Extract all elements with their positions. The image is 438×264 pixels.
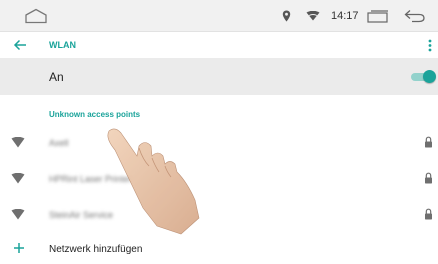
home-icon[interactable] <box>24 8 48 24</box>
wifi-signal-icon <box>11 209 25 220</box>
wifi-signal-icon <box>11 173 25 184</box>
wifi-toggle-label: An <box>49 70 64 84</box>
access-point-name: Axell <box>49 138 69 148</box>
lock-icon <box>425 172 432 184</box>
add-network-label: Netzwerk hinzufügen <box>49 244 143 255</box>
back-arrow-icon[interactable] <box>13 38 27 52</box>
back-icon[interactable] <box>404 9 426 23</box>
wifi-toggle-row[interactable]: An <box>0 58 438 95</box>
status-time: 14:17 <box>331 10 359 22</box>
add-network-row[interactable]: Netzwerk hinzufügen <box>0 237 438 262</box>
switch-thumb <box>423 70 436 83</box>
access-point-name: SteinAir Service <box>49 210 114 220</box>
location-icon <box>282 10 291 22</box>
plus-icon <box>14 243 24 253</box>
access-point-item[interactable]: SteinAir Service <box>0 200 438 230</box>
app-bar: WLAN <box>0 33 438 58</box>
access-point-item[interactable]: Axell <box>0 128 438 158</box>
window-icon[interactable] <box>367 10 389 23</box>
page-title: WLAN <box>49 40 76 50</box>
section-header-unknown: Unknown access points <box>49 110 141 119</box>
lock-icon <box>425 208 432 220</box>
status-bar: 14:17 <box>0 0 438 32</box>
access-point-name: HPRint Laser Printer <box>49 174 132 184</box>
wifi-switch[interactable] <box>411 70 436 84</box>
lock-icon <box>425 136 432 148</box>
overflow-menu-icon[interactable] <box>428 39 432 52</box>
wifi-signal-icon <box>11 137 25 148</box>
access-point-item[interactable]: HPRint Laser Printer <box>0 164 438 194</box>
wifi-icon <box>306 11 320 21</box>
